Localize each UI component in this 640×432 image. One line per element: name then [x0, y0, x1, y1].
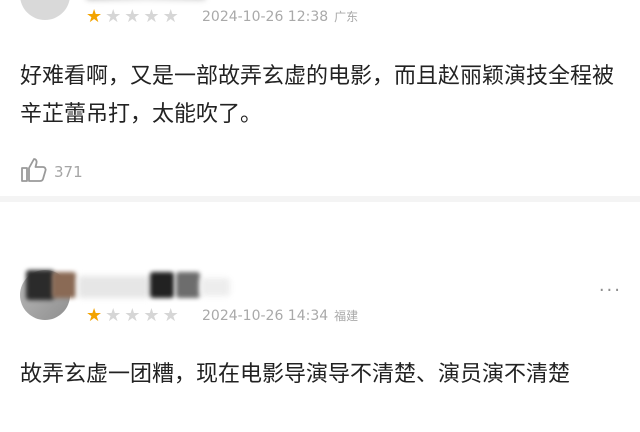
review-date: 2024-10-26 12:38	[202, 9, 329, 25]
review-location: 广东	[334, 10, 359, 24]
like-count: 371	[54, 163, 83, 181]
review-location: 福建	[334, 309, 359, 323]
star-rating: ★ ★ ★ ★ ★	[86, 306, 179, 326]
star-icon: ★	[86, 6, 103, 27]
star-icon: ★	[162, 6, 179, 27]
review-content: 好难看啊，又是一部故弄玄虚的电影，而且赵丽颖演技全程被辛芷蕾吊打，太能吹了。	[20, 64, 615, 127]
username-blurred	[200, 278, 230, 296]
review-date: 2024-10-26 14:34	[202, 308, 329, 324]
username-blurred	[176, 272, 200, 298]
star-icon: ★	[86, 305, 103, 326]
review-card: ··· ★ ★ ★ ★ ★ 2024-10-26 14:34 福建 故弄玄虚一团糟…	[0, 232, 640, 432]
thumbs-up-icon	[18, 156, 48, 188]
username-blurred	[78, 276, 150, 298]
review-meta: 2024-10-26 14:34 福建	[202, 307, 358, 324]
review-meta: 2024-10-26 12:38 广东	[202, 8, 358, 25]
star-icon: ★	[124, 6, 141, 27]
review-card: ··· ★ ★ ★ ★ ★ 2024-10-26 12:38广东 好难看啊，又是…	[0, 0, 640, 202]
divider	[0, 196, 640, 202]
star-icon: ★	[105, 6, 122, 27]
like-button[interactable]: 371	[18, 156, 83, 188]
username-blurred	[52, 272, 76, 298]
star-icon: ★	[143, 305, 160, 326]
star-rating: ★ ★ ★ ★ ★	[86, 7, 179, 27]
star-icon: ★	[124, 305, 141, 326]
avatar[interactable]	[20, 0, 70, 20]
star-icon: ★	[162, 305, 179, 326]
star-icon: ★	[105, 305, 122, 326]
review-content: 故弄玄虚一团糟，现在电影导演导不清楚、演员演不清楚	[20, 362, 571, 387]
username-blurred	[26, 270, 54, 300]
more-dots-icon[interactable]: ···	[599, 280, 622, 301]
star-icon: ★	[143, 6, 160, 27]
username-blurred	[150, 272, 174, 298]
